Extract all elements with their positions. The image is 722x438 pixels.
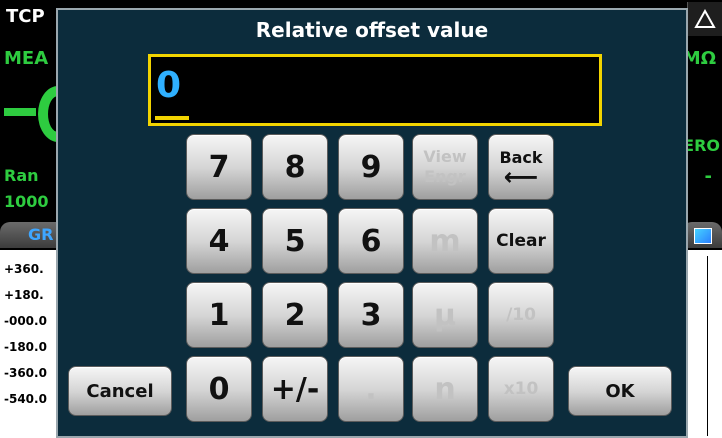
y-tick: -540.0: [4, 392, 47, 406]
view-engr-line1: View: [423, 147, 467, 166]
key-1[interactable]: 1: [186, 282, 252, 348]
entry-value: 0: [156, 65, 182, 106]
y-tick: -000.0: [4, 314, 47, 328]
graph-swipe-icon[interactable]: [682, 222, 722, 248]
measure-label: MEA: [4, 48, 49, 69]
ok-button[interactable]: OK: [568, 366, 672, 416]
value-entry-field[interactable]: 0: [148, 54, 602, 126]
view-engr-button[interactable]: View Engr: [412, 134, 478, 200]
back-arrow-icon: ⟵: [503, 163, 539, 191]
back-button[interactable]: Back ⟵: [488, 134, 554, 200]
range-label: Ran: [4, 166, 39, 185]
y-tick: -360.0: [4, 366, 47, 380]
key-4[interactable]: 4: [186, 208, 252, 274]
graph-marker-line: [707, 256, 708, 436]
times-10-button[interactable]: x10: [488, 356, 554, 422]
reading-display: [0, 86, 78, 144]
nano-button[interactable]: n: [412, 356, 478, 422]
zero-label: ERO: [683, 136, 720, 155]
y-tick: +360.: [4, 262, 44, 276]
entry-cursor: [155, 116, 189, 120]
warning-icon[interactable]: [687, 2, 722, 36]
cancel-button[interactable]: Cancel: [68, 366, 172, 416]
key-2[interactable]: 2: [262, 282, 328, 348]
clear-button[interactable]: Clear: [488, 208, 554, 274]
relative-offset-dialog: Relative offset value 0 7 8 9 View Engr …: [56, 8, 688, 438]
tab-label: TCP: [6, 6, 45, 27]
range-value: 1000: [4, 192, 49, 211]
key-0[interactable]: 0: [186, 356, 252, 422]
milli-button[interactable]: m: [412, 208, 478, 274]
secondary-value: -: [704, 166, 712, 187]
key-9[interactable]: 9: [338, 134, 404, 200]
y-tick: +180.: [4, 288, 44, 302]
graph-y-axis: +360. +180. -000.0 -180.0 -360.0 -540.0: [0, 256, 60, 412]
micro-button[interactable]: µ: [412, 282, 478, 348]
view-engr-line2: Engr: [424, 167, 466, 186]
dialog-title: Relative offset value: [255, 18, 489, 42]
key-3[interactable]: 3: [338, 282, 404, 348]
key-7[interactable]: 7: [186, 134, 252, 200]
key-6[interactable]: 6: [338, 208, 404, 274]
decimal-button[interactable]: .: [338, 356, 404, 422]
key-5[interactable]: 5: [262, 208, 328, 274]
y-tick: -180.0: [4, 340, 47, 354]
key-8[interactable]: 8: [262, 134, 328, 200]
plus-minus-button[interactable]: +/-: [262, 356, 328, 422]
divide-10-button[interactable]: /10: [488, 282, 554, 348]
